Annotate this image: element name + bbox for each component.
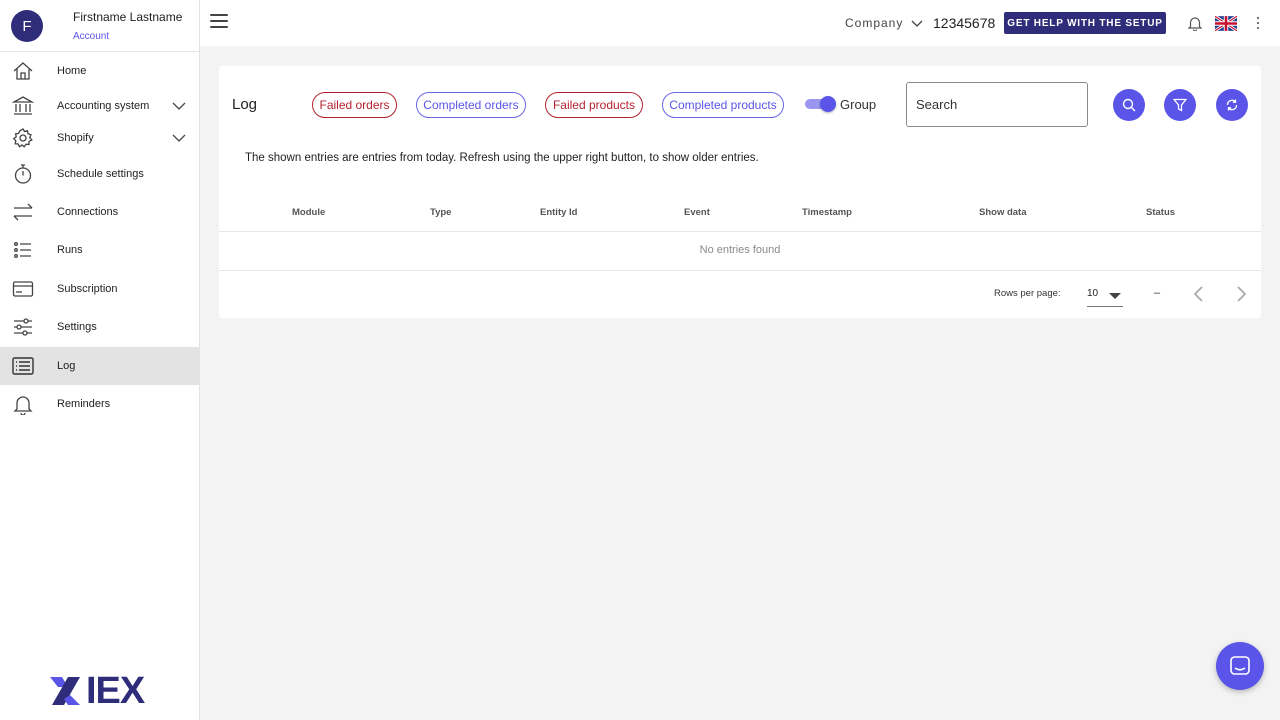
list-icon [12,239,34,261]
refresh-icon [1226,99,1238,111]
gear-icon [12,127,34,149]
filter-button[interactable] [1164,89,1196,121]
sidebar-item-schedule-settings[interactable]: Schedule settings [0,155,200,193]
group-toggle[interactable] [805,96,836,112]
filter-completed-products[interactable]: Completed products [662,92,784,118]
iex-logo-mark-icon [50,677,80,705]
chevron-down-icon[interactable] [171,130,187,146]
filter-funnel-icon [1173,98,1187,112]
refresh-button[interactable] [1216,89,1248,121]
uk-flag-icon[interactable] [1215,16,1237,31]
column-header-type[interactable]: Type [430,207,451,218]
sidebar-item-settings[interactable]: Settings [0,308,200,346]
column-header-entity-id[interactable]: Entity Id [540,207,577,218]
rows-per-page-value: 10 [1087,288,1099,299]
table-divider [219,231,1261,232]
home-icon [12,60,34,82]
chevron-down-icon [911,20,923,27]
previous-page-button[interactable] [1188,283,1210,305]
top-header: Company 12345678 GET HELP WITH THE SETUP [200,0,1280,46]
sidebar-item-label: Reminders [57,398,111,410]
page-title: Log [232,96,258,113]
logo-text: IEX [86,669,145,712]
rows-per-page-label: Rows per page: [994,288,1061,299]
help-setup-button[interactable]: GET HELP WITH THE SETUP [1004,12,1166,34]
column-header-show-data[interactable]: Show data [979,207,1027,218]
more-options-icon[interactable] [1255,15,1261,31]
hamburger-menu-icon[interactable] [210,14,228,30]
table-divider [219,270,1261,271]
chat-support-button[interactable] [1216,642,1264,690]
filter-failed-orders[interactable]: Failed orders [312,92,397,118]
sidebar-item-reminders[interactable]: Reminders [0,385,200,423]
search-icon [1122,98,1136,112]
sidebar-item-subscription[interactable]: Subscription [0,270,200,308]
log-list-icon [12,355,34,377]
sidebar-item-label: Connections [57,206,119,218]
sidebar-item-label: Runs [57,244,83,256]
sidebar-item-label: Accounting system [57,100,150,112]
column-header-timestamp[interactable]: Timestamp [802,207,852,218]
group-toggle-label: Group [840,97,877,112]
sidebar-item-runs[interactable]: Runs [0,231,200,269]
filter-failed-products[interactable]: Failed products [545,92,643,118]
avatar[interactable]: F [11,10,43,42]
sidebar-item-home[interactable]: Home [0,52,200,90]
company-id: 12345678 [933,15,996,31]
sidebar-item-shopify[interactable]: Shopify [0,119,200,157]
chevron-down-icon[interactable] [171,98,187,114]
swap-arrows-icon [12,201,34,223]
stopwatch-icon [12,163,34,185]
bell-icon [12,393,34,415]
company-selector[interactable]: Company [845,16,923,30]
chevron-right-icon [1237,286,1247,302]
column-header-event[interactable]: Event [684,207,710,218]
rows-per-page-select[interactable]: 10 [1087,283,1123,307]
column-header-module[interactable]: Module [292,207,325,218]
search-button[interactable] [1113,89,1145,121]
chevron-left-icon [1193,286,1203,302]
sidebar-item-label: Subscription [57,283,118,295]
bank-icon [12,95,34,117]
profile-section: F Firstname Lastname Account [0,0,199,52]
next-page-button[interactable] [1230,283,1252,305]
caret-down-icon [1109,293,1121,299]
info-text: The shown entries are entries from today… [245,152,759,164]
sidebar-item-label: Settings [57,321,97,333]
company-label: Company [845,16,904,30]
sliders-icon [12,316,34,338]
iex-logo: IEX [48,670,145,712]
search-input[interactable] [906,82,1088,127]
profile-name: Firstname Lastname [73,10,183,24]
sidebar-item-label: Log [57,360,76,372]
sidebar: F Firstname Lastname Account Home Accoun… [0,0,200,720]
chat-icon [1230,656,1250,675]
pagination-range: – [1154,287,1161,299]
filter-completed-orders[interactable]: Completed orders [416,92,526,118]
credit-card-icon [12,278,34,300]
log-card: Log Failed orders Completed orders Faile… [219,66,1261,318]
sidebar-item-label: Home [57,65,87,77]
sidebar-item-label: Shopify [57,132,94,144]
sidebar-item-log[interactable]: Log [0,347,200,385]
sidebar-item-connections[interactable]: Connections [0,193,200,231]
sidebar-item-label: Schedule settings [57,168,144,180]
account-link[interactable]: Account [73,31,109,42]
empty-state-text: No entries found [699,244,781,256]
column-header-status[interactable]: Status [1146,207,1175,218]
notification-bell-icon[interactable] [1187,15,1203,31]
